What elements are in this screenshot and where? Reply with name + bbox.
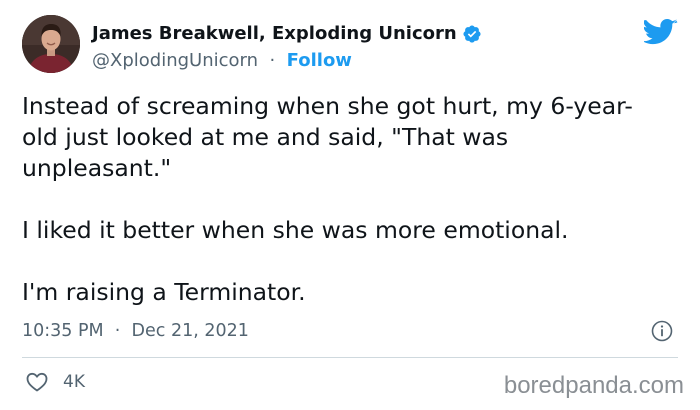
tweet-paragraph: I liked it better when she was more emot… <box>22 216 569 244</box>
tweet-timestamp[interactable]: 10:35 PM · Dec 21, 2021 <box>22 319 249 343</box>
avatar-photo <box>22 15 80 73</box>
like-button[interactable]: 4K <box>25 370 85 394</box>
tweet-date[interactable]: Dec 21, 2021 <box>132 321 249 341</box>
author-handle-row: @XplodingUnicorn · Follow <box>92 49 352 73</box>
tweet-time[interactable]: 10:35 PM <box>22 321 104 341</box>
tweet-paragraph: Instead of screaming when she got hurt, … <box>22 92 633 182</box>
twitter-bird-icon[interactable] <box>642 18 678 48</box>
timestamp-separator: · <box>109 321 126 341</box>
author-display-name[interactable]: James Breakwell, Exploding Unicorn <box>92 22 457 46</box>
heart-icon[interactable] <box>25 370 49 394</box>
author-name-row[interactable]: James Breakwell, Exploding Unicorn <box>92 22 482 46</box>
tweet-paragraph: I'm raising a Terminator. <box>22 278 306 306</box>
info-icon[interactable] <box>650 319 674 343</box>
author-handle[interactable]: @XplodingUnicorn <box>92 50 258 71</box>
handle-separator: · <box>263 50 281 71</box>
divider <box>22 357 678 358</box>
tweet-card: James Breakwell, Exploding Unicorn @Xplo… <box>0 0 700 410</box>
like-count: 4K <box>63 372 85 392</box>
verified-badge-icon <box>462 24 482 44</box>
watermark: boredpanda.com <box>503 372 684 399</box>
follow-link[interactable]: Follow <box>287 50 352 71</box>
avatar[interactable] <box>22 15 80 73</box>
tweet-text: Instead of screaming when she got hurt, … <box>22 91 662 308</box>
